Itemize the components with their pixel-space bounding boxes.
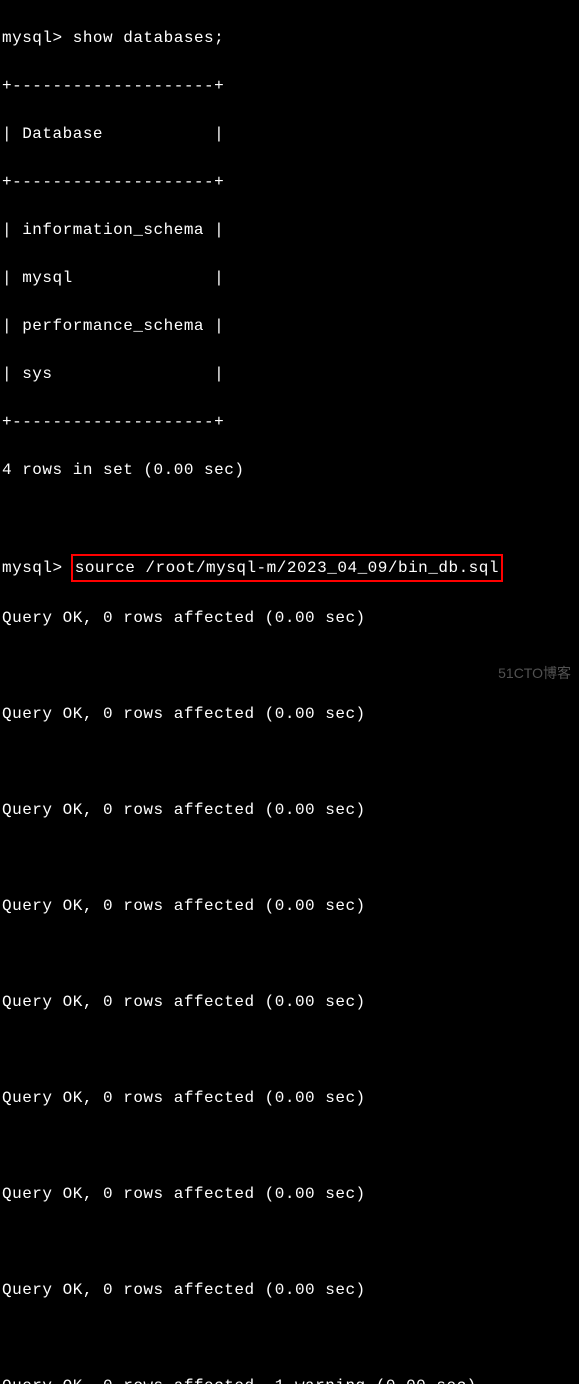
watermark: 51CTO博客: [498, 663, 571, 684]
terminal-output: mysql> show databases; +----------------…: [2, 2, 577, 1384]
table-border: +--------------------+: [2, 170, 577, 194]
query-result: Query OK, 0 rows affected (0.00 sec): [2, 1086, 577, 1110]
table-row: | performance_schema |: [2, 314, 577, 338]
blank-line: [2, 750, 577, 774]
source-command-highlight: source /root/mysql-m/2023_04_09/bin_db.s…: [71, 554, 503, 582]
command-line: mysql> show databases;: [2, 26, 577, 50]
blank-line: [2, 1134, 577, 1158]
mysql-prompt: mysql>: [2, 29, 73, 47]
blank-line: [2, 942, 577, 966]
query-result: Query OK, 0 rows affected (0.00 sec): [2, 606, 577, 630]
table-row: | mysql |: [2, 266, 577, 290]
blank-line: [2, 1038, 577, 1062]
blank-line: [2, 506, 577, 530]
blank-line: [2, 1326, 577, 1350]
query-result: Query OK, 0 rows affected (0.00 sec): [2, 894, 577, 918]
blank-line: [2, 654, 577, 678]
query-result: Query OK, 0 rows affected (0.00 sec): [2, 798, 577, 822]
table-row: | sys |: [2, 362, 577, 386]
show-databases-cmd: show databases;: [73, 29, 225, 47]
query-result: Query OK, 0 rows affected (0.00 sec): [2, 702, 577, 726]
table-row: | information_schema |: [2, 218, 577, 242]
blank-line: [2, 1230, 577, 1254]
query-result: Query OK, 0 rows affected (0.00 sec): [2, 1278, 577, 1302]
query-result-warning: Query OK, 0 rows affected, 1 warning (0.…: [2, 1374, 577, 1384]
table-border: +--------------------+: [2, 410, 577, 434]
blank-line: [2, 846, 577, 870]
mysql-prompt: mysql>: [2, 559, 73, 577]
command-line: mysql> source /root/mysql-m/2023_04_09/b…: [2, 554, 577, 582]
table-header: | Database |: [2, 122, 577, 146]
rows-summary: 4 rows in set (0.00 sec): [2, 458, 577, 482]
query-result: Query OK, 0 rows affected (0.00 sec): [2, 1182, 577, 1206]
table-border: +--------------------+: [2, 74, 577, 98]
query-result: Query OK, 0 rows affected (0.00 sec): [2, 990, 577, 1014]
